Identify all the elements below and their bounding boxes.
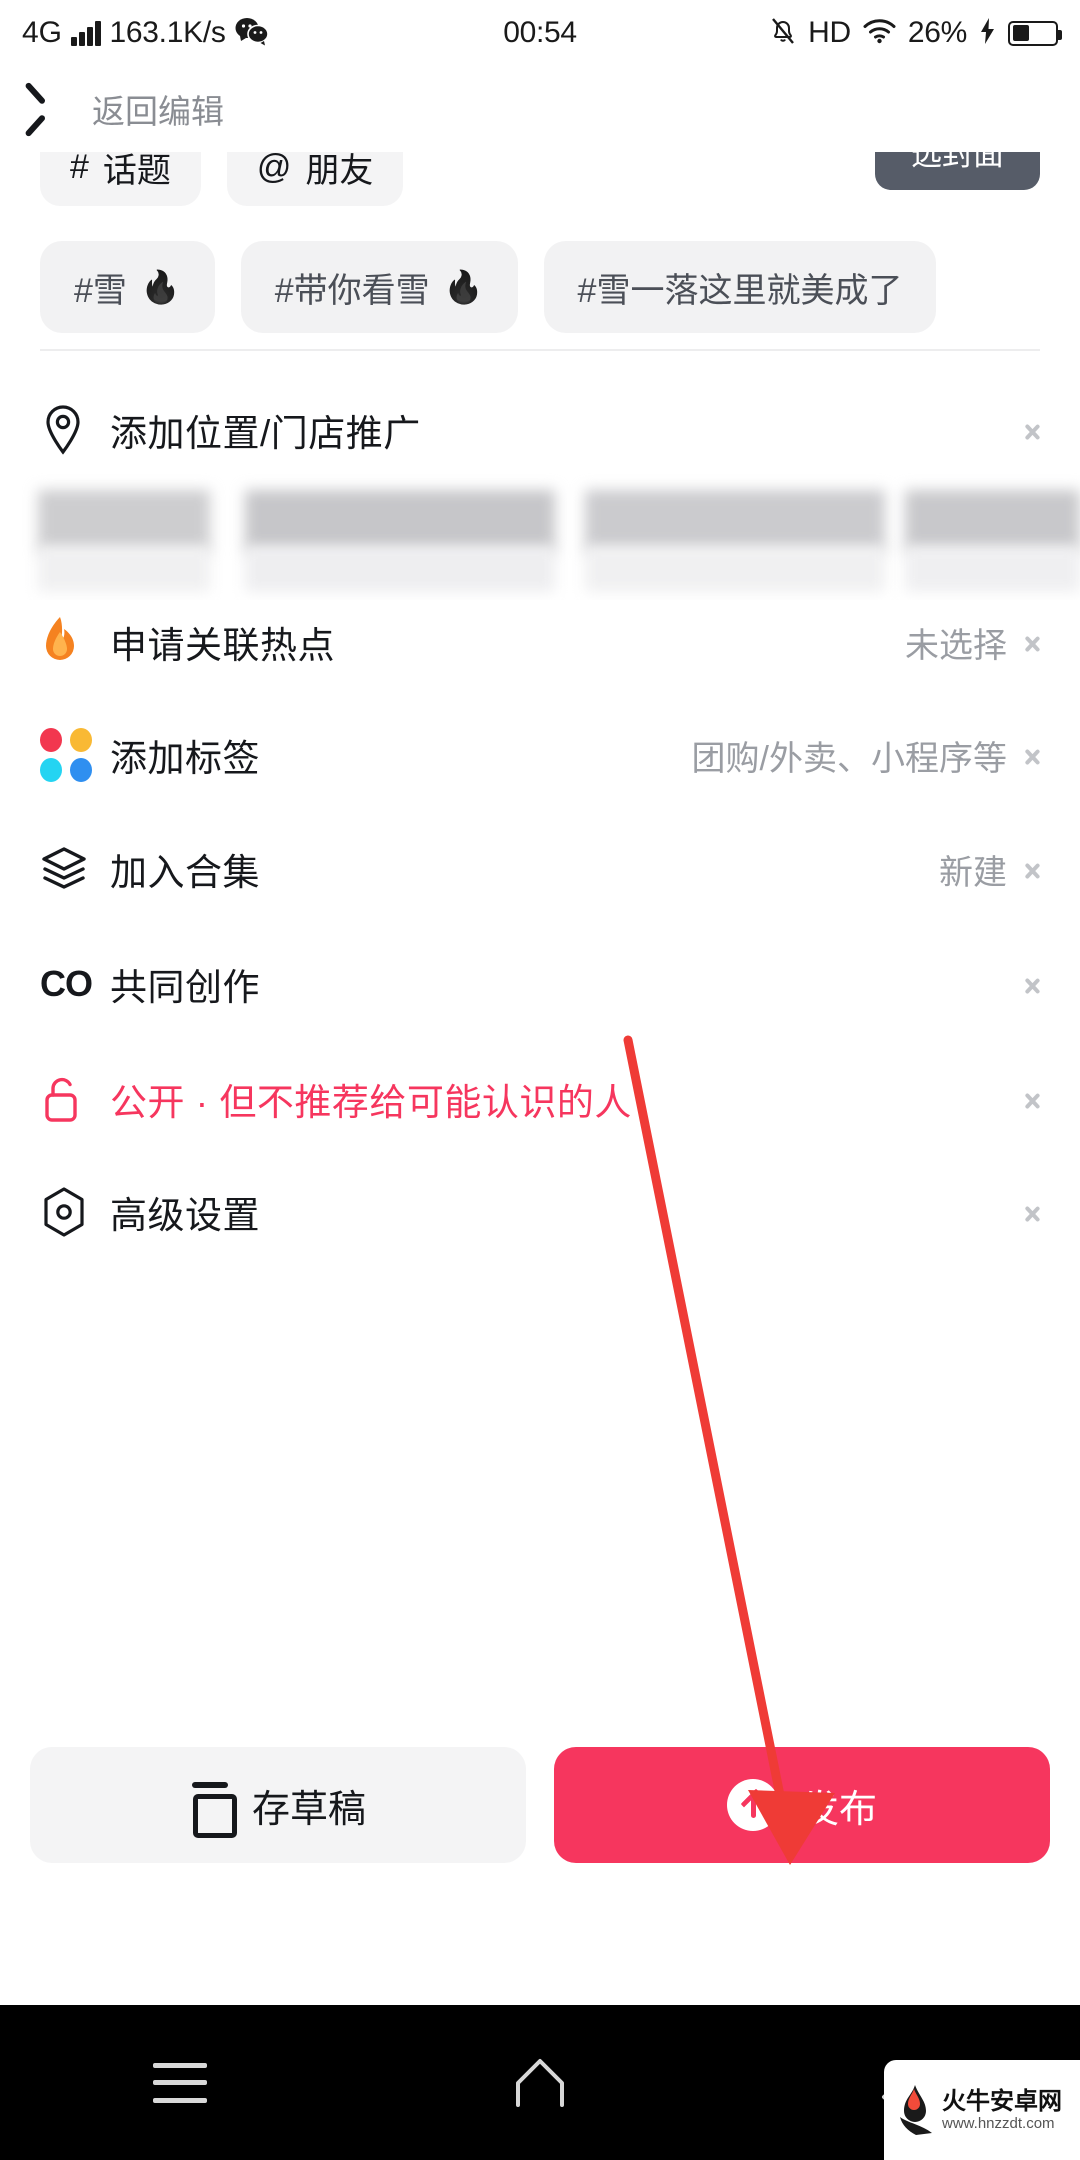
choose-cover-button[interactable]: 选封面 xyxy=(875,152,1040,190)
chevron-right-icon xyxy=(1025,416,1040,444)
apply-hotspot-label: 申请关联热点 xyxy=(110,625,335,666)
chevron-right-icon xyxy=(1025,1085,1040,1113)
bell-mute-icon xyxy=(770,16,796,51)
recent-apps-icon[interactable] xyxy=(152,2062,207,2103)
add-location-row[interactable]: 添加位置/门店推广 xyxy=(0,380,1080,480)
topic-chip-button[interactable]: # 话题 xyxy=(40,152,201,206)
hashtag-chip[interactable]: #雪一落这里就美成了 xyxy=(543,241,937,333)
topic-chip-label: 话题 xyxy=(102,152,171,190)
join-collection-right: 新建 xyxy=(939,845,1040,894)
hd-indicator-label: HD xyxy=(808,16,851,49)
hashtag-chip[interactable]: #雪 🔥 xyxy=(40,241,215,333)
friend-chip-label: 朋友 xyxy=(305,152,374,190)
co-create-label: 共同创作 xyxy=(110,967,260,1008)
hashtag-chip-label: #雪 xyxy=(74,271,127,310)
home-icon[interactable] xyxy=(512,2057,568,2109)
co-create-row[interactable]: CO 共同创作 xyxy=(0,934,1080,1034)
watermark-text: 火牛安卓网 www.hnzzdt.com xyxy=(942,2088,1062,2133)
four-dots-icon xyxy=(40,728,110,782)
save-draft-icon xyxy=(190,1782,237,1838)
add-location-label: 添加位置/门店推广 xyxy=(110,413,421,454)
publish-button[interactable]: 发布 xyxy=(554,1747,1050,1863)
advanced-settings-label: 高级设置 xyxy=(110,1195,260,1236)
advanced-settings-right xyxy=(1025,1198,1040,1226)
battery-percent-label: 26% xyxy=(907,16,967,49)
add-tag-right: 团购/外卖、小程序等 xyxy=(692,731,1040,780)
add-tag-label: 添加标签 xyxy=(110,738,260,779)
phone-screen: 4G 163.1K/s 00:54 HD 26% 返回编辑 # 话题 @ 朋友 … xyxy=(0,0,1080,2160)
charging-bolt-icon xyxy=(979,17,996,50)
unlock-icon xyxy=(40,1073,110,1125)
privacy-label: 公开 · 但不推荐给可能认识的人 xyxy=(110,1082,632,1123)
hash-icon: # xyxy=(70,152,89,186)
at-icon: @ xyxy=(256,152,292,186)
bottom-action-bar: 存草稿 发布 xyxy=(0,1720,1080,1890)
co-create-right xyxy=(1025,970,1040,998)
chevron-right-icon xyxy=(1025,628,1040,656)
friend-chip-button[interactable]: @ 朋友 xyxy=(226,152,404,206)
save-draft-label: 存草稿 xyxy=(251,1788,366,1831)
status-bar: 4G 163.1K/s 00:54 HD 26% xyxy=(0,0,1080,66)
add-tag-row[interactable]: 添加标签 团购/外卖、小程序等 xyxy=(0,705,1080,805)
apply-hotspot-value: 未选择 xyxy=(905,626,1007,665)
apply-hotspot-right: 未选择 xyxy=(905,618,1040,667)
watermark-name: 火牛安卓网 xyxy=(942,2087,1062,2115)
add-tag-value: 团购/外卖、小程序等 xyxy=(691,739,1007,778)
advanced-settings-row[interactable]: 高级设置 xyxy=(0,1162,1080,1262)
battery-icon xyxy=(1008,20,1062,46)
chevron-right-icon xyxy=(1025,1198,1040,1226)
chevron-right-icon xyxy=(1025,970,1040,998)
flame-icon: 🔥 xyxy=(443,269,484,305)
watermark: 火牛安卓网 www.hnzzdt.com xyxy=(884,2060,1080,2160)
watermark-url: www.hnzzdt.com xyxy=(942,2115,1055,2133)
chevron-left-icon xyxy=(40,87,66,131)
join-collection-value: 新建 xyxy=(939,853,1007,892)
status-bar-right: HD 26% xyxy=(770,16,1062,51)
layers-icon xyxy=(40,845,110,893)
back-to-edit-button[interactable]: 返回编辑 xyxy=(0,85,224,133)
wifi-icon xyxy=(863,18,896,49)
hashtag-chip-label: #雪一落这里就美成了 xyxy=(577,271,903,310)
hexagon-settings-icon xyxy=(40,1186,110,1238)
chevron-right-icon xyxy=(1025,741,1040,769)
save-draft-button[interactable]: 存草稿 xyxy=(30,1747,526,1863)
apply-hotspot-row[interactable]: 申请关联热点 未选择 xyxy=(0,592,1080,692)
watermark-logo-icon xyxy=(900,2085,932,2135)
flame-icon: 🔥 xyxy=(140,269,181,305)
join-collection-label: 加入合集 xyxy=(110,852,260,893)
add-location-right xyxy=(1025,416,1040,444)
section-divider xyxy=(40,349,1040,351)
co-create-icon: CO xyxy=(40,963,93,1004)
flame-icon xyxy=(40,615,110,669)
chevron-right-icon xyxy=(1025,855,1040,883)
upload-arrow-icon xyxy=(726,1779,779,1831)
privacy-row[interactable]: 公开 · 但不推荐给可能认识的人 xyxy=(0,1049,1080,1149)
caption-toolbar-row: # 话题 @ 朋友 选封面 xyxy=(0,152,1080,222)
blurred-location-suggestions[interactable] xyxy=(0,470,1080,600)
hashtag-chip-label: #带你看雪 xyxy=(274,271,430,310)
location-pin-icon xyxy=(40,404,110,456)
publish-label: 发布 xyxy=(800,1788,877,1831)
privacy-right xyxy=(1025,1085,1040,1113)
hashtag-chip[interactable]: #带你看雪 🔥 xyxy=(240,241,518,333)
clock-label: 00:54 xyxy=(503,16,577,49)
choose-cover-label: 选封面 xyxy=(911,152,1004,172)
main-content: # 话题 @ 朋友 选封面 #雪 🔥 #带你看雪 🔥 #雪一落这里就美成了 添加… xyxy=(0,152,1080,1890)
suggested-hashtags-row[interactable]: #雪 🔥 #带你看雪 🔥 #雪一落这里就美成了 xyxy=(0,237,1080,337)
header-title: 返回编辑 xyxy=(92,93,224,130)
navigation-header: 返回编辑 xyxy=(0,66,1080,152)
join-collection-row[interactable]: 加入合集 新建 xyxy=(0,819,1080,919)
